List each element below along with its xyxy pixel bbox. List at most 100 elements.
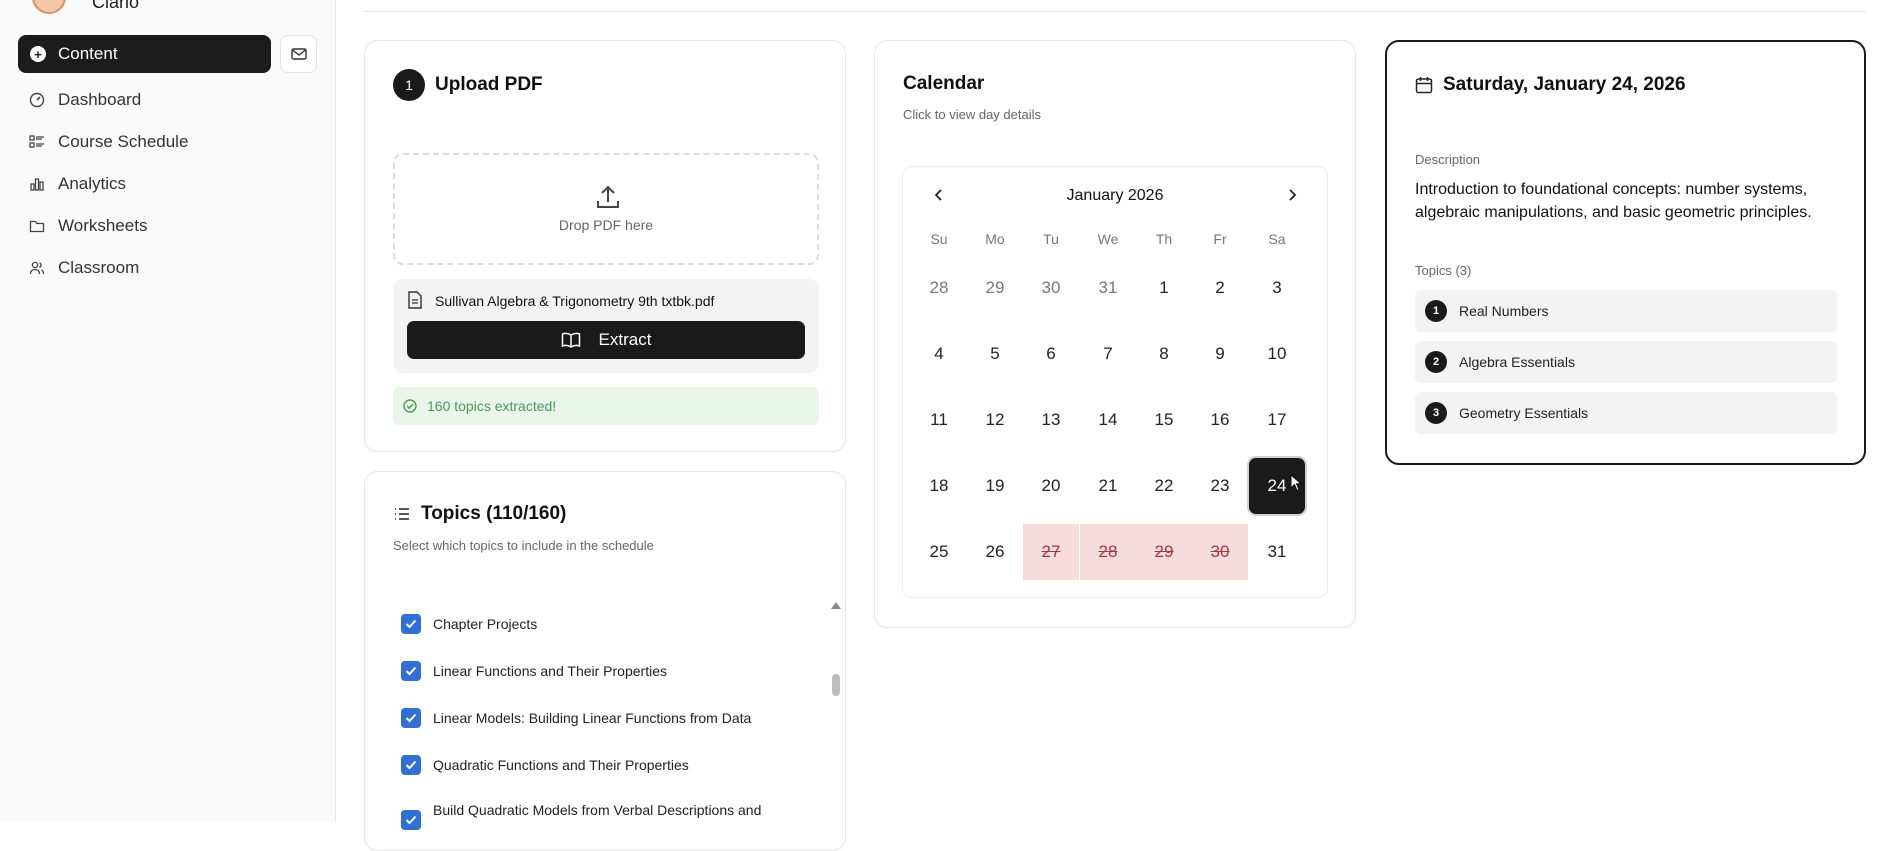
scrollbar-up-arrow[interactable] — [831, 602, 841, 609]
description-label: Description — [1415, 152, 1481, 167]
mail-icon — [290, 48, 307, 60]
book-open-icon — [561, 332, 580, 348]
calendar-subtitle: Click to view day details — [903, 107, 1041, 122]
calendar-card: Calendar Click to view day details Janua… — [874, 40, 1356, 628]
calendar-day[interactable]: 10 — [1249, 326, 1305, 382]
weekday-header: Sa — [1268, 231, 1286, 247]
calendar-day[interactable]: 25 — [911, 524, 967, 580]
sidebar-item-label: Analytics — [58, 174, 127, 193]
checkbox-checked[interactable] — [401, 708, 421, 728]
checkbox-checked[interactable] — [401, 614, 421, 634]
calendar-title: Calendar — [903, 73, 985, 94]
calendar-day[interactable]: 16 — [1192, 392, 1248, 448]
weekday-header: Th — [1155, 231, 1173, 247]
sidebar-item-worksheets[interactable]: Worksheets — [28, 214, 147, 238]
sidebar-item-classroom[interactable]: Classroom — [28, 256, 139, 280]
step-number: 1 — [393, 69, 425, 101]
calendar-day[interactable]: 4 — [911, 326, 967, 382]
topics-card: Topics (110/160) Select which topics to … — [364, 471, 846, 851]
calendar-day[interactable]: 12 — [967, 392, 1023, 448]
topic-number: 3 — [1425, 402, 1447, 424]
calendar-day[interactable]: 1 — [1136, 260, 1192, 316]
calendar-day[interactable]: 3 — [1249, 260, 1305, 316]
next-month-button[interactable] — [1280, 183, 1304, 207]
checkbox-checked[interactable] — [401, 755, 421, 775]
day-detail-card: Saturday, January 24, 2026 Description I… — [1385, 40, 1866, 465]
day-topic-item[interactable]: 3 Geometry Essentials — [1415, 392, 1837, 434]
calendar-day[interactable]: 11 — [911, 392, 967, 448]
dropzone-label: Drop PDF here — [558, 217, 654, 233]
weekday-header: Su — [930, 231, 948, 247]
file-name: Sullivan Algebra & Trigonometry 9th txtb… — [435, 293, 715, 309]
pdf-dropzone[interactable]: Drop PDF here — [393, 153, 819, 265]
calendar-day[interactable]: 31 — [1080, 260, 1136, 316]
calendar-day[interactable]: 21 — [1080, 458, 1136, 514]
calendar-day[interactable]: 15 — [1136, 392, 1192, 448]
topic-checkbox-row[interactable]: Chapter Projects — [401, 614, 537, 634]
calendar-day[interactable]: 30 — [1023, 260, 1079, 316]
list-icon — [28, 133, 46, 151]
calendar-day[interactable]: 6 — [1023, 326, 1079, 382]
topic-checkbox-row[interactable]: Build Quadratic Models from Verbal Descr… — [401, 802, 761, 830]
topics-count-label: Topics (3) — [1415, 263, 1472, 278]
calendar-day[interactable]: 26 — [967, 524, 1023, 580]
topic-label: Linear Models: Building Linear Functions… — [433, 710, 752, 726]
scrollbar-thumb[interactable] — [832, 674, 840, 696]
topic-label: Chapter Projects — [433, 616, 538, 632]
calendar-day[interactable]: 18 — [911, 458, 967, 514]
calendar-day[interactable]: 17 — [1249, 392, 1305, 448]
plus-circle-icon: + — [30, 46, 46, 62]
day-topic-item[interactable]: 2 Algebra Essentials — [1415, 341, 1837, 383]
file-icon — [408, 291, 422, 309]
sidebar-item-label: Classroom — [58, 258, 140, 277]
calendar-day[interactable]: 29 — [967, 260, 1023, 316]
upload-title: Upload PDF — [435, 74, 543, 95]
calendar-day[interactable]: 19 — [967, 458, 1023, 514]
day-topic-item[interactable]: 1 Real Numbers — [1415, 290, 1837, 332]
list-icon — [395, 508, 409, 520]
checkbox-checked[interactable] — [401, 661, 421, 681]
calendar-day[interactable]: 2 — [1192, 260, 1248, 316]
calendar-icon — [1415, 77, 1433, 94]
mail-button[interactable] — [280, 35, 317, 73]
sidebar: Clario + Content Dashboard Course Schedu… — [0, 0, 336, 822]
calendar-day[interactable]: 28 — [911, 260, 967, 316]
check-circle-icon — [403, 399, 417, 413]
calendar-day[interactable]: 13 — [1023, 392, 1079, 448]
calendar-day[interactable]: 23 — [1192, 458, 1248, 514]
calendar-day[interactable]: 29 — [1136, 524, 1192, 580]
calendar-day[interactable]: 28 — [1080, 524, 1136, 580]
calendar-day[interactable]: 14 — [1080, 392, 1136, 448]
sidebar-item-course-schedule[interactable]: Course Schedule — [28, 130, 188, 154]
user-name: Clario — [92, 0, 140, 12]
calendar-day[interactable]: 7 — [1080, 326, 1136, 382]
calendar-day[interactable]: 22 — [1136, 458, 1192, 514]
sidebar-item-dashboard[interactable]: Dashboard — [28, 88, 141, 112]
topic-checkbox-row[interactable]: Quadratic Functions and Their Properties — [401, 755, 689, 775]
topic-checkbox-row[interactable]: Linear Functions and Their Properties — [401, 661, 667, 681]
topic-checkbox-row[interactable]: Linear Models: Building Linear Functions… — [401, 708, 751, 728]
description-text: Introduction to foundational concepts: n… — [1415, 181, 1812, 221]
checkbox-checked[interactable] — [401, 810, 421, 830]
calendar-day[interactable]: 27 — [1023, 524, 1079, 580]
topic-label: Linear Functions and Their Properties — [433, 663, 667, 679]
weekday-header: We — [1097, 231, 1119, 247]
calendar-day[interactable]: 30 — [1192, 524, 1248, 580]
topics-title: Topics (110/160) — [421, 503, 567, 524]
calendar-day[interactable]: 20 — [1023, 458, 1079, 514]
sidebar-item-label: Worksheets — [58, 216, 148, 235]
extract-status-text: 160 topics extracted! — [427, 398, 557, 414]
calendar-day[interactable]: 31 — [1249, 524, 1305, 580]
calendar-day[interactable]: 5 — [967, 326, 1023, 382]
sidebar-item-analytics[interactable]: Analytics — [28, 172, 126, 196]
avatar[interactable] — [32, 0, 66, 14]
topic-label: Geometry Essentials — [1459, 405, 1589, 421]
sidebar-item-content[interactable]: + Content — [18, 35, 271, 73]
topic-label: Real Numbers — [1459, 303, 1549, 319]
header-divider — [364, 11, 1866, 12]
calendar-day[interactable]: 8 — [1136, 326, 1192, 382]
topic-label: Algebra Essentials — [1459, 354, 1575, 370]
calendar-day[interactable]: 9 — [1192, 326, 1248, 382]
upload-card: 1 Upload PDF Drop PDF here Sullivan Alge… — [364, 40, 846, 452]
extract-button[interactable]: Extract — [407, 321, 805, 359]
